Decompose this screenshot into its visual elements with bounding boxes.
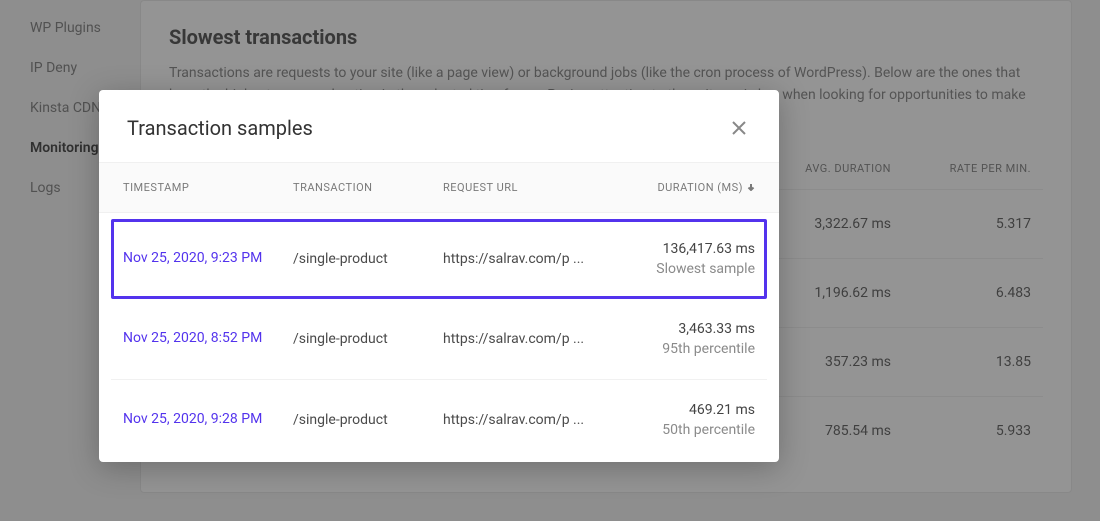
modal-title: Transaction samples (127, 116, 313, 140)
col-timestamp[interactable]: TIMESTAMP (123, 181, 293, 194)
cell-timestamp[interactable]: Nov 25, 2020, 8:52 PM (123, 329, 293, 349)
sample-row[interactable]: Nov 25, 2020, 9:28 PM/single-producthttp… (111, 380, 767, 460)
cell-request-url: https://salrav.com/p ... (443, 331, 613, 347)
modal-rows: Nov 25, 2020, 9:23 PM/single-producthttp… (99, 213, 779, 462)
cell-request-url: https://salrav.com/p ... (443, 412, 613, 428)
col-request-url[interactable]: REQUEST URL (443, 181, 613, 194)
cell-transaction: /single-product (293, 251, 443, 267)
cell-timestamp[interactable]: Nov 25, 2020, 9:28 PM (123, 410, 293, 430)
modal-table-header: TIMESTAMP TRANSACTION REQUEST URL DURATI… (99, 162, 779, 213)
cell-duration: 136,417.63 msSlowest sample (613, 241, 755, 277)
col-duration[interactable]: DURATION (MS) (613, 181, 755, 194)
cell-duration: 469.21 ms50th percentile (613, 402, 755, 438)
cell-timestamp[interactable]: Nov 25, 2020, 9:23 PM (123, 249, 293, 269)
cell-request-url: https://salrav.com/p ... (443, 251, 613, 267)
close-icon[interactable] (727, 116, 751, 140)
sample-row[interactable]: Nov 25, 2020, 9:23 PM/single-producthttp… (111, 219, 767, 299)
cell-transaction: /single-product (293, 331, 443, 347)
transaction-samples-modal: Transaction samples TIMESTAMP TRANSACTIO… (99, 90, 779, 462)
cell-duration: 3,463.33 ms95th percentile (613, 321, 755, 357)
col-transaction[interactable]: TRANSACTION (293, 181, 443, 194)
cell-transaction: /single-product (293, 412, 443, 428)
col-duration-label: DURATION (MS) (657, 181, 743, 194)
sort-descending-icon (747, 181, 755, 194)
modal-header: Transaction samples (99, 90, 779, 162)
sample-row[interactable]: Nov 25, 2020, 8:52 PM/single-producthttp… (111, 299, 767, 380)
